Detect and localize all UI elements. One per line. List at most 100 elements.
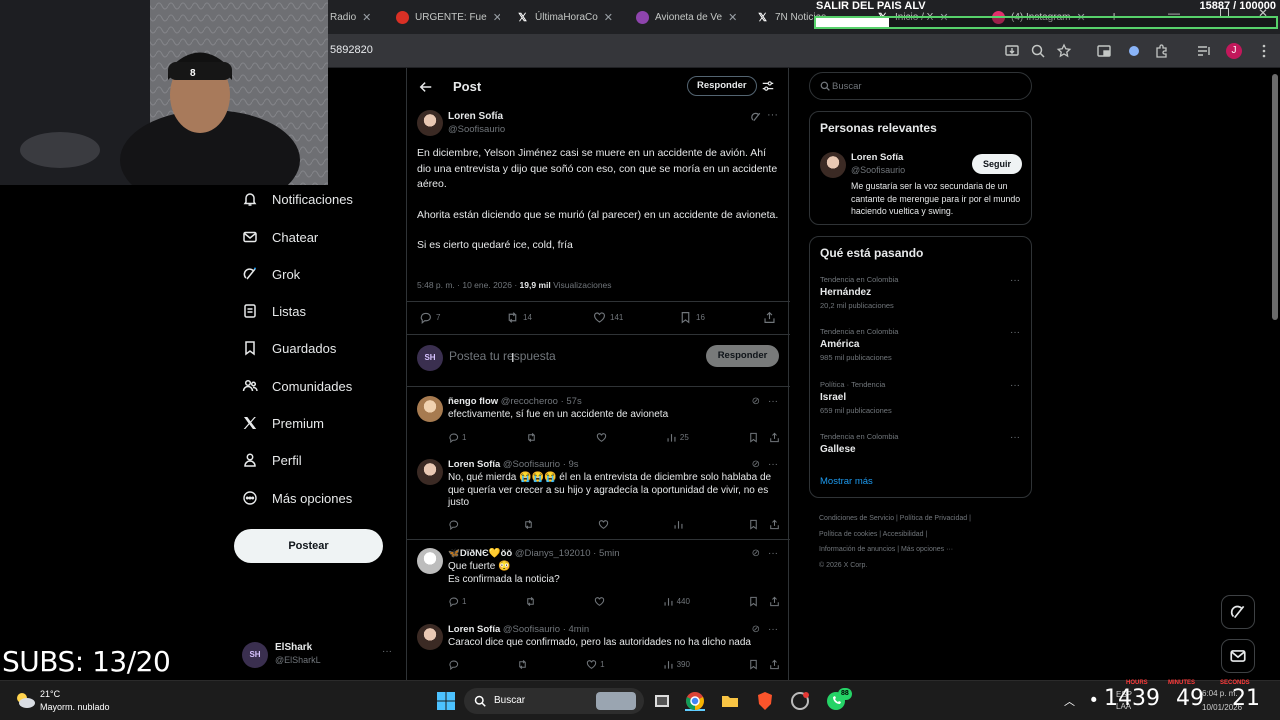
bookmark-icon[interactable]	[748, 596, 759, 607]
tab-close-icon[interactable]: ✕	[604, 11, 613, 24]
reply-handle[interactable]: @Soofisaurio	[503, 624, 560, 635]
reply-more-icon[interactable]: ···	[768, 624, 778, 635]
file-explorer-icon[interactable]	[720, 691, 740, 711]
back-arrow-icon[interactable]	[419, 80, 433, 94]
weather-temp[interactable]: 21°C	[40, 689, 60, 699]
reply-post[interactable]: Loren Sofía @Soofisaurio · 4min ⊘ ··· Car…	[407, 618, 790, 678]
bookmark-icon[interactable]	[748, 659, 759, 670]
reply-post[interactable]: 🦋DïðNЄ💛ŏŏ @Dianys_192010 · 5min ⊘ ··· Que…	[407, 542, 790, 612]
repost-action[interactable]: 14	[506, 311, 532, 324]
bookmark-icon[interactable]	[748, 519, 759, 530]
weather-icon[interactable]	[14, 691, 36, 709]
install-app-icon[interactable]	[1004, 43, 1020, 59]
trend-item[interactable]: Tendencia en Colombia América 985 mil pu…	[820, 327, 1020, 362]
share-icon[interactable]	[769, 432, 780, 443]
tab-close-icon[interactable]: ✕	[362, 11, 371, 24]
trend-item[interactable]: Tendencia en Colombia Hernández 20,2 mil…	[820, 275, 1020, 310]
tab-close-icon[interactable]: ✕	[493, 11, 500, 24]
footer-line[interactable]: Información de anuncios | Más opciones ·…	[819, 542, 1024, 558]
browser-tab[interactable]: URGENTE: Fue ✕	[396, 4, 500, 30]
nav-notificaciones[interactable]: Notificaciones	[242, 184, 353, 214]
grok-explain-icon[interactable]: ⊘	[752, 396, 760, 407]
author-avatar[interactable]	[417, 110, 443, 136]
trend-more-icon[interactable]: ···	[1010, 275, 1020, 286]
reply-more-icon[interactable]: ···	[768, 548, 778, 559]
grok-floating-button[interactable]	[1221, 595, 1255, 629]
views-action[interactable]: 440	[663, 596, 690, 607]
repost-action[interactable]	[525, 596, 536, 607]
views-action[interactable]: 390	[663, 659, 690, 670]
reply-name[interactable]: 🦋DïðNЄ💛ŏŏ	[448, 548, 512, 559]
header-reply-button[interactable]: Responder	[687, 76, 757, 96]
grok-explain-icon[interactable]	[750, 111, 762, 123]
trend-more-icon[interactable]: ···	[1010, 380, 1020, 391]
trend-more-icon[interactable]: ···	[1010, 432, 1020, 443]
scrollbar-thumb[interactable]	[1272, 74, 1278, 320]
task-view-icon[interactable]	[652, 691, 672, 711]
bookmark-action[interactable]: 16	[679, 311, 705, 324]
share-icon[interactable]	[769, 659, 780, 670]
reply-avatar[interactable]	[417, 396, 443, 422]
picture-in-picture-icon[interactable]	[1096, 43, 1112, 59]
reply-input[interactable]: Postea tu respuesta	[449, 349, 556, 363]
tray-mic-icon[interactable]: ⏺	[1091, 694, 1097, 707]
grok-explain-icon[interactable]: ⊘	[752, 459, 760, 470]
reply-handle[interactable]: @recocheroo	[501, 396, 558, 407]
post-time[interactable]: 5:48 p. m. · 10 ene. 2026 ·	[417, 280, 520, 290]
share-icon[interactable]	[763, 311, 776, 324]
browser-tab[interactable]: 𝕏 ÚltimaHoraCo ✕	[516, 4, 620, 30]
weather-desc[interactable]: Mayorm. nublado	[40, 702, 110, 712]
reply-action[interactable]	[448, 519, 459, 530]
like-action[interactable]	[594, 596, 605, 607]
browser-tab[interactable]: Radio ✕	[330, 4, 380, 30]
repost-action[interactable]	[523, 519, 534, 530]
repost-action[interactable]	[517, 659, 528, 670]
nav-premium[interactable]: Premium	[242, 408, 324, 438]
views-action[interactable]	[673, 519, 684, 530]
reply-action[interactable]	[448, 659, 459, 670]
search-input[interactable]: Buscar	[832, 81, 862, 92]
nav-perfil[interactable]: Perfil	[242, 445, 302, 475]
scrollbar[interactable]	[1270, 68, 1280, 680]
reply-post[interactable]: Loren Sofía @Soofisaurio · 9s ⊘ ··· No, q…	[407, 453, 790, 538]
share-icon[interactable]	[769, 519, 780, 530]
author-name[interactable]: Loren Sofía	[448, 111, 503, 122]
author-handle[interactable]: @Soofisaurio	[448, 124, 505, 135]
bookmark-star-icon[interactable]	[1056, 43, 1072, 59]
bookmark-icon[interactable]	[748, 432, 759, 443]
messages-floating-button[interactable]	[1221, 639, 1255, 673]
filter-sliders-icon[interactable]	[761, 79, 775, 93]
start-windows-icon[interactable]	[436, 691, 456, 711]
nav-mas-opciones[interactable]: Más opciones	[242, 483, 352, 513]
grok-explain-icon[interactable]: ⊘	[752, 548, 760, 559]
browser-tab[interactable]: Avioneta de Ve ✕	[636, 4, 740, 30]
app-icon[interactable]	[790, 691, 810, 711]
reply-avatar[interactable]	[417, 548, 443, 574]
reply-avatar[interactable]	[417, 459, 443, 485]
like-action[interactable]	[596, 432, 607, 443]
like-action[interactable]: 141	[593, 311, 623, 324]
footer-line[interactable]: Condiciones de Servicio | Política de Pr…	[819, 511, 1024, 527]
browser-menu-icon[interactable]	[1256, 43, 1272, 59]
url-field[interactable]: 5892820	[330, 44, 373, 56]
tray-chevron-icon[interactable]: ︿	[1064, 693, 1075, 709]
trend-item[interactable]: Política · Tendencia Israel 659 mil publ…	[820, 380, 1020, 415]
reply-action[interactable]: 7	[419, 311, 440, 324]
post-button[interactable]: Postear	[234, 529, 383, 563]
extensions-puzzle-icon[interactable]	[1154, 43, 1170, 59]
footer-line[interactable]: Política de cookies | Accesibilidad |	[819, 527, 1024, 543]
tab-close-icon[interactable]: ✕	[728, 11, 737, 24]
relevant-avatar[interactable]	[820, 152, 846, 178]
extension-blue-icon[interactable]	[1126, 43, 1142, 59]
reply-name[interactable]: Loren Sofía	[448, 624, 500, 635]
trend-item[interactable]: Tendencia en Colombia Gallese ···	[820, 432, 1020, 455]
zoom-icon[interactable]	[1030, 43, 1046, 59]
nav-guardados[interactable]: Guardados	[242, 333, 336, 363]
account-more-icon[interactable]: ···	[382, 646, 392, 657]
nav-chatear[interactable]: Chatear	[242, 222, 318, 252]
reply-name[interactable]: Loren Sofía	[448, 459, 500, 470]
reply-action[interactable]: 1	[448, 596, 466, 607]
taskbar-search[interactable]: Buscar	[464, 688, 644, 714]
reply-more-icon[interactable]: ···	[768, 396, 778, 407]
reply-avatar[interactable]	[417, 624, 443, 650]
